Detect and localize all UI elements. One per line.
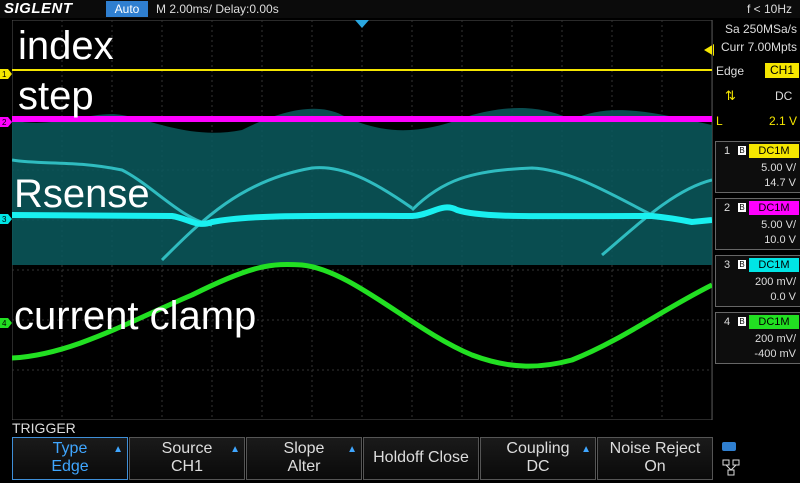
- bandwidth-limit-icon: B: [738, 203, 746, 212]
- network-icon: [722, 459, 740, 476]
- bandwidth-limit-icon: B: [738, 260, 746, 269]
- trigger-coupling-value: DC: [775, 89, 793, 103]
- ch2-coupling: DC1M: [749, 201, 799, 215]
- ch1-number: 1: [724, 145, 731, 157]
- softkey-coupling[interactable]: Coupling DC ▲: [480, 437, 596, 480]
- brand-logo: SIGLENT: [4, 0, 73, 17]
- slope-alter-icon: ⇅: [725, 88, 736, 103]
- softkey-type[interactable]: Type Edge ▲: [12, 437, 128, 480]
- svg-text:1: 1: [2, 70, 7, 79]
- ch4-offset: -400 mV: [754, 348, 796, 360]
- ch3-info-box[interactable]: 3 B DC1M 200 mV/ 0.0 V: [715, 255, 800, 307]
- timebase-readout: M 2.00ms/ Delay:0.00s: [156, 2, 279, 16]
- softkey-slope[interactable]: Slope Alter ▲: [246, 437, 362, 480]
- sample-rate: Sa 250MSa/s: [724, 22, 797, 36]
- trigger-mode-badge[interactable]: Auto: [106, 1, 148, 17]
- label-step: step: [18, 74, 94, 118]
- trigger-source-badge: CH1: [765, 63, 799, 78]
- softkey-holdoff[interactable]: Holdoff Close: [363, 437, 479, 480]
- ch3-number: 3: [724, 259, 731, 271]
- ch2-scale: 5.00 V/: [761, 219, 796, 231]
- ch3-offset: 0.0 V: [770, 291, 796, 303]
- ch1-info-box[interactable]: 1 B DC1M 5.00 V/ 14.7 V: [715, 141, 800, 193]
- ch4-number: 4: [724, 316, 731, 328]
- softkey-menu: TRIGGER Type Edge ▲ Source CH1 ▲ Slope A…: [0, 420, 800, 480]
- frequency-readout: f < 10Hz: [746, 2, 792, 16]
- ch2-number: 2: [724, 202, 731, 214]
- arrow-up-icon: ▲: [230, 444, 240, 455]
- ch1-ground-marker[interactable]: 1: [0, 66, 12, 79]
- waveform-display: [12, 20, 712, 420]
- ch1-coupling: DC1M: [749, 144, 799, 158]
- softkey-noise-reject[interactable]: Noise Reject On: [597, 437, 713, 480]
- ch4-scale: 200 mV/: [755, 333, 796, 345]
- trigger-level-value: 2.1 V: [768, 114, 797, 128]
- bandwidth-limit-icon: B: [738, 146, 746, 155]
- ch3-ground-marker[interactable]: 3: [0, 211, 12, 224]
- menu-title: TRIGGER: [12, 420, 76, 436]
- ch1-offset: 14.7 V: [764, 177, 796, 189]
- ch4-info-box[interactable]: 4 B DC1M 200 mV/ -400 mV: [715, 312, 800, 364]
- label-index: index: [18, 24, 114, 68]
- bandwidth-limit-icon: B: [738, 317, 746, 326]
- ch4-ground-marker[interactable]: 4: [0, 315, 12, 328]
- label-current-clamp: current clamp: [14, 294, 257, 338]
- arrow-up-icon: ▲: [581, 444, 591, 455]
- ch2-info-box[interactable]: 2 B DC1M 5.00 V/ 10.0 V: [715, 198, 800, 250]
- ch3-coupling: DC1M: [749, 258, 799, 272]
- arrow-up-icon: ▲: [347, 444, 357, 455]
- svg-text:2: 2: [2, 118, 7, 127]
- trigger-level-prefix: L: [716, 114, 723, 128]
- status-icons: [718, 440, 796, 478]
- softkey-source[interactable]: Source CH1 ▲: [129, 437, 245, 480]
- label-rsense: Rsense: [14, 172, 150, 216]
- toggle-icon: [722, 442, 736, 451]
- ch2-offset: 10.0 V: [764, 234, 796, 246]
- ch2-ground-marker[interactable]: 2: [0, 114, 12, 127]
- ch3-scale: 200 mV/: [755, 276, 796, 288]
- info-panel: Sa 250MSa/s Curr 7.00Mpts Edge CH1 ⇅ DC …: [712, 20, 800, 420]
- svg-text:4: 4: [2, 319, 7, 328]
- ch4-coupling: DC1M: [749, 315, 799, 329]
- top-status-bar: SIGLENT Auto M 2.00ms/ Delay:0.00s f < 1…: [0, 0, 800, 18]
- trigger-type-label: Edge: [716, 64, 745, 78]
- ch1-scale: 5.00 V/: [761, 162, 796, 174]
- memory-depth: Curr 7.00Mpts: [720, 40, 797, 54]
- svg-text:3: 3: [2, 215, 7, 224]
- arrow-up-icon: ▲: [113, 444, 123, 455]
